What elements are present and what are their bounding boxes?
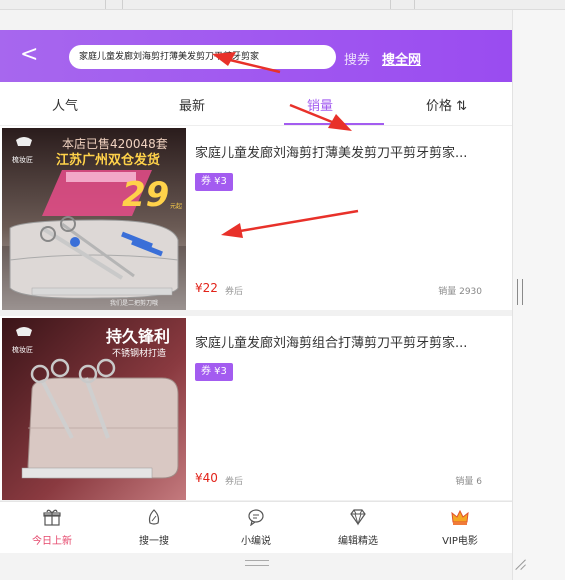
product-title[interactable]: 家庭儿童发廊刘海剪打薄美发剪刀平剪牙剪家... [195,142,495,161]
image-subline: 不锈钢材打造 [112,347,166,359]
price-note: 券后 [225,477,244,487]
search-leaf-icon [148,509,160,525]
gift-icon [43,509,61,526]
image-headline: 本店已售420048套 [62,136,168,151]
product-price: ¥22 [195,281,218,295]
nav-today-new[interactable]: 今日上新 [12,508,92,547]
product-title[interactable]: 家庭儿童发廊刘海剪组合打薄剪刀平剪牙剪家... [195,332,495,351]
nav-editor-picks[interactable]: 编辑精选 [318,508,398,547]
sales-count: 销量 6 [455,477,482,487]
search-coupon-button[interactable]: 搜券 [344,49,370,68]
back-arrow-icon[interactable]: < [20,44,38,66]
resize-grip[interactable] [513,556,527,570]
search-all-web-button[interactable]: 搜全网 [382,49,421,68]
splitter-handle[interactable] [517,279,523,305]
tab-newest[interactable]: 最新 [179,95,205,114]
image-price-number: 29 [122,175,169,215]
coupon-badge: 券 ¥3 [195,173,233,191]
product-image[interactable]: 梳妆匠 本店已售420048套 江苏广州双仓发货 29 元起 我们是二把剪刀哦 [2,128,186,310]
crown-icon [451,509,469,525]
bottom-nav: 今日上新 搜一搜 小编说 编辑精选 VIP电影 [0,501,512,553]
svg-text:梳妆匠: 梳妆匠 [12,345,33,354]
product-price: ¥40 [195,471,218,485]
product-card[interactable]: 梳妆匠 本店已售420048套 江苏广州双仓发货 29 元起 我们是二把剪刀哦 … [0,126,512,310]
sort-tabs: 人气 最新 销量 价格 ⇅ [0,82,512,126]
image-headline: 持久锋利 [106,327,170,346]
tab-price[interactable]: 价格 ⇅ [426,95,467,114]
chat-bubble-icon [248,509,264,526]
tab-sales[interactable]: 销量 [307,95,333,114]
product-image[interactable]: 梳妆匠 持久锋利 不锈钢材打造 [2,318,186,500]
tab-popularity[interactable]: 人气 [52,95,78,114]
image-subline: 江苏广州双仓发货 [56,152,160,168]
coupon-badge: 券 ¥3 [195,363,233,381]
search-input[interactable]: 家庭儿童发廊刘海剪打薄美发剪刀平剪牙剪家 [69,45,336,69]
search-header: < 家庭儿童发廊刘海剪打薄美发剪刀平剪牙剪家 搜券 搜全网 [0,30,512,82]
browser-top-strip [0,0,565,10]
image-brand: 梳妆匠 [12,155,33,164]
product-list: 梳妆匠 本店已售420048套 江苏广州双仓发货 29 元起 我们是二把剪刀哦 … [0,126,512,501]
drag-handle[interactable] [245,560,269,566]
diamond-icon [350,509,366,526]
price-note: 券后 [225,287,244,297]
nav-editor-says[interactable]: 小编说 [216,508,296,547]
nav-vip-movie[interactable]: VIP电影 [420,508,500,547]
active-tab-indicator [284,123,384,125]
sales-count: 销量 2930 [438,287,482,297]
mobile-page: < 家庭儿童发廊刘海剪打薄美发剪刀平剪牙剪家 搜券 搜全网 人气 最新 销量 价… [0,30,512,553]
product-card[interactable]: 梳妆匠 持久锋利 不锈钢材打造 家庭儿童发廊刘海剪组合打薄剪刀平剪牙剪家... … [0,316,512,500]
nav-search[interactable]: 搜一搜 [114,508,194,547]
svg-text:元起: 元起 [170,202,182,210]
image-caption: 我们是二把剪刀哦 [110,299,158,307]
